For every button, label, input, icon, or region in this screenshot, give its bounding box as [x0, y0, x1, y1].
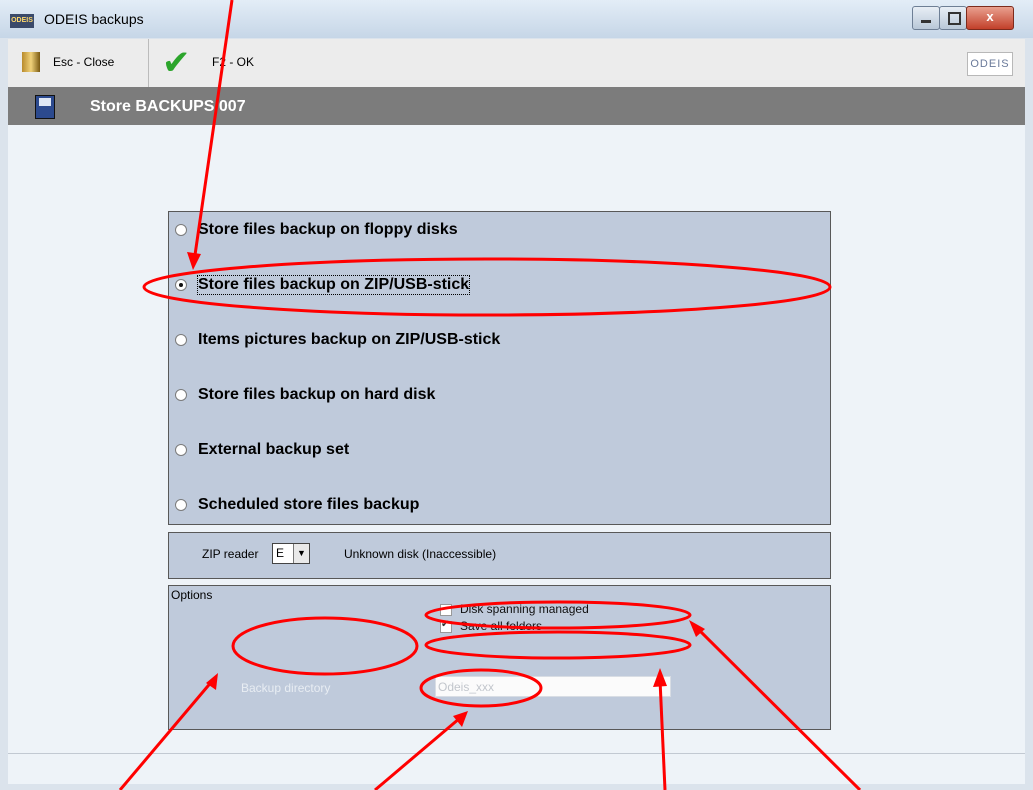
window-title: ODEIS backups	[44, 11, 144, 27]
backup-directory-value: Odeis_xxx	[438, 680, 495, 694]
minimize-button[interactable]	[912, 6, 940, 30]
esc-close-label: Esc - Close	[53, 55, 115, 69]
esc-close-button[interactable]: Esc - Close	[8, 39, 149, 87]
f2-ok-label: F2 - OK	[212, 55, 255, 69]
backup-directory-input[interactable]: Odeis_xxx	[435, 676, 671, 697]
status-bar	[8, 753, 1025, 784]
odeis-logo: ODEIS	[967, 52, 1013, 76]
backup-directory-label: Backup directory	[241, 681, 331, 695]
zip-drive-select[interactable]: E ▼	[272, 543, 310, 564]
radio-button[interactable]	[175, 389, 187, 401]
radio-button[interactable]	[175, 334, 187, 346]
odeis-app-icon: ODEIS	[10, 14, 34, 28]
disk-spanning-label: Disk spanning managed	[460, 602, 589, 616]
option-label: Store files backup on hard disk	[198, 386, 436, 403]
header-band: Store BACKUPS 007	[8, 87, 1025, 125]
zip-status-text: Unknown disk (Inaccessible)	[344, 547, 497, 561]
options-title: Options	[171, 588, 213, 602]
close-icon: x	[986, 9, 994, 24]
checkmark-icon: ✔	[162, 44, 191, 82]
maximize-button[interactable]	[939, 6, 967, 30]
zip-drive-value: E	[276, 546, 285, 560]
minimize-icon	[921, 20, 931, 23]
save-all-folders-checkbox[interactable]	[440, 619, 452, 633]
option-label: External backup set	[198, 441, 350, 458]
backup-window: ODEIS ODEIS backups x Esc - Close ✔ F2 -…	[0, 0, 1033, 790]
options-panel: Options Disk spanning managed Save all f…	[168, 585, 831, 730]
radio-button[interactable]	[175, 499, 187, 511]
chevron-down-icon[interactable]: ▼	[293, 544, 309, 563]
save-all-folders-label: Save all folders	[460, 619, 543, 633]
option-label: Store files backup on floppy disks	[198, 221, 458, 238]
title-bar[interactable]: ODEIS ODEIS backups x	[0, 0, 1033, 38]
backup-type-panel: Store files backup on floppy disks Store…	[168, 211, 831, 525]
radio-button[interactable]	[175, 224, 187, 236]
f2-ok-button[interactable]: ✔ F2 - OK	[156, 39, 336, 87]
option-label: Items pictures backup on ZIP/USB-stick	[198, 331, 501, 348]
maximize-icon	[948, 12, 961, 25]
zip-reader-label: ZIP reader	[202, 547, 259, 561]
radio-button-selected[interactable]	[175, 279, 187, 291]
floppy-disk-icon	[35, 95, 55, 119]
radio-button[interactable]	[175, 444, 187, 456]
toolbar: Esc - Close ✔ F2 - OK ODEIS	[8, 39, 1025, 88]
option-label: Store files backup on ZIP/USB-stick	[196, 275, 471, 295]
option-label: Scheduled store files backup	[198, 496, 420, 513]
close-window-button[interactable]: x	[966, 6, 1014, 30]
page-title: Store BACKUPS 007	[90, 98, 246, 115]
disk-spanning-checkbox[interactable]	[440, 604, 452, 616]
exit-door-icon	[22, 52, 40, 72]
zip-reader-panel: ZIP reader E ▼ Unknown disk (Inaccessibl…	[168, 532, 831, 579]
